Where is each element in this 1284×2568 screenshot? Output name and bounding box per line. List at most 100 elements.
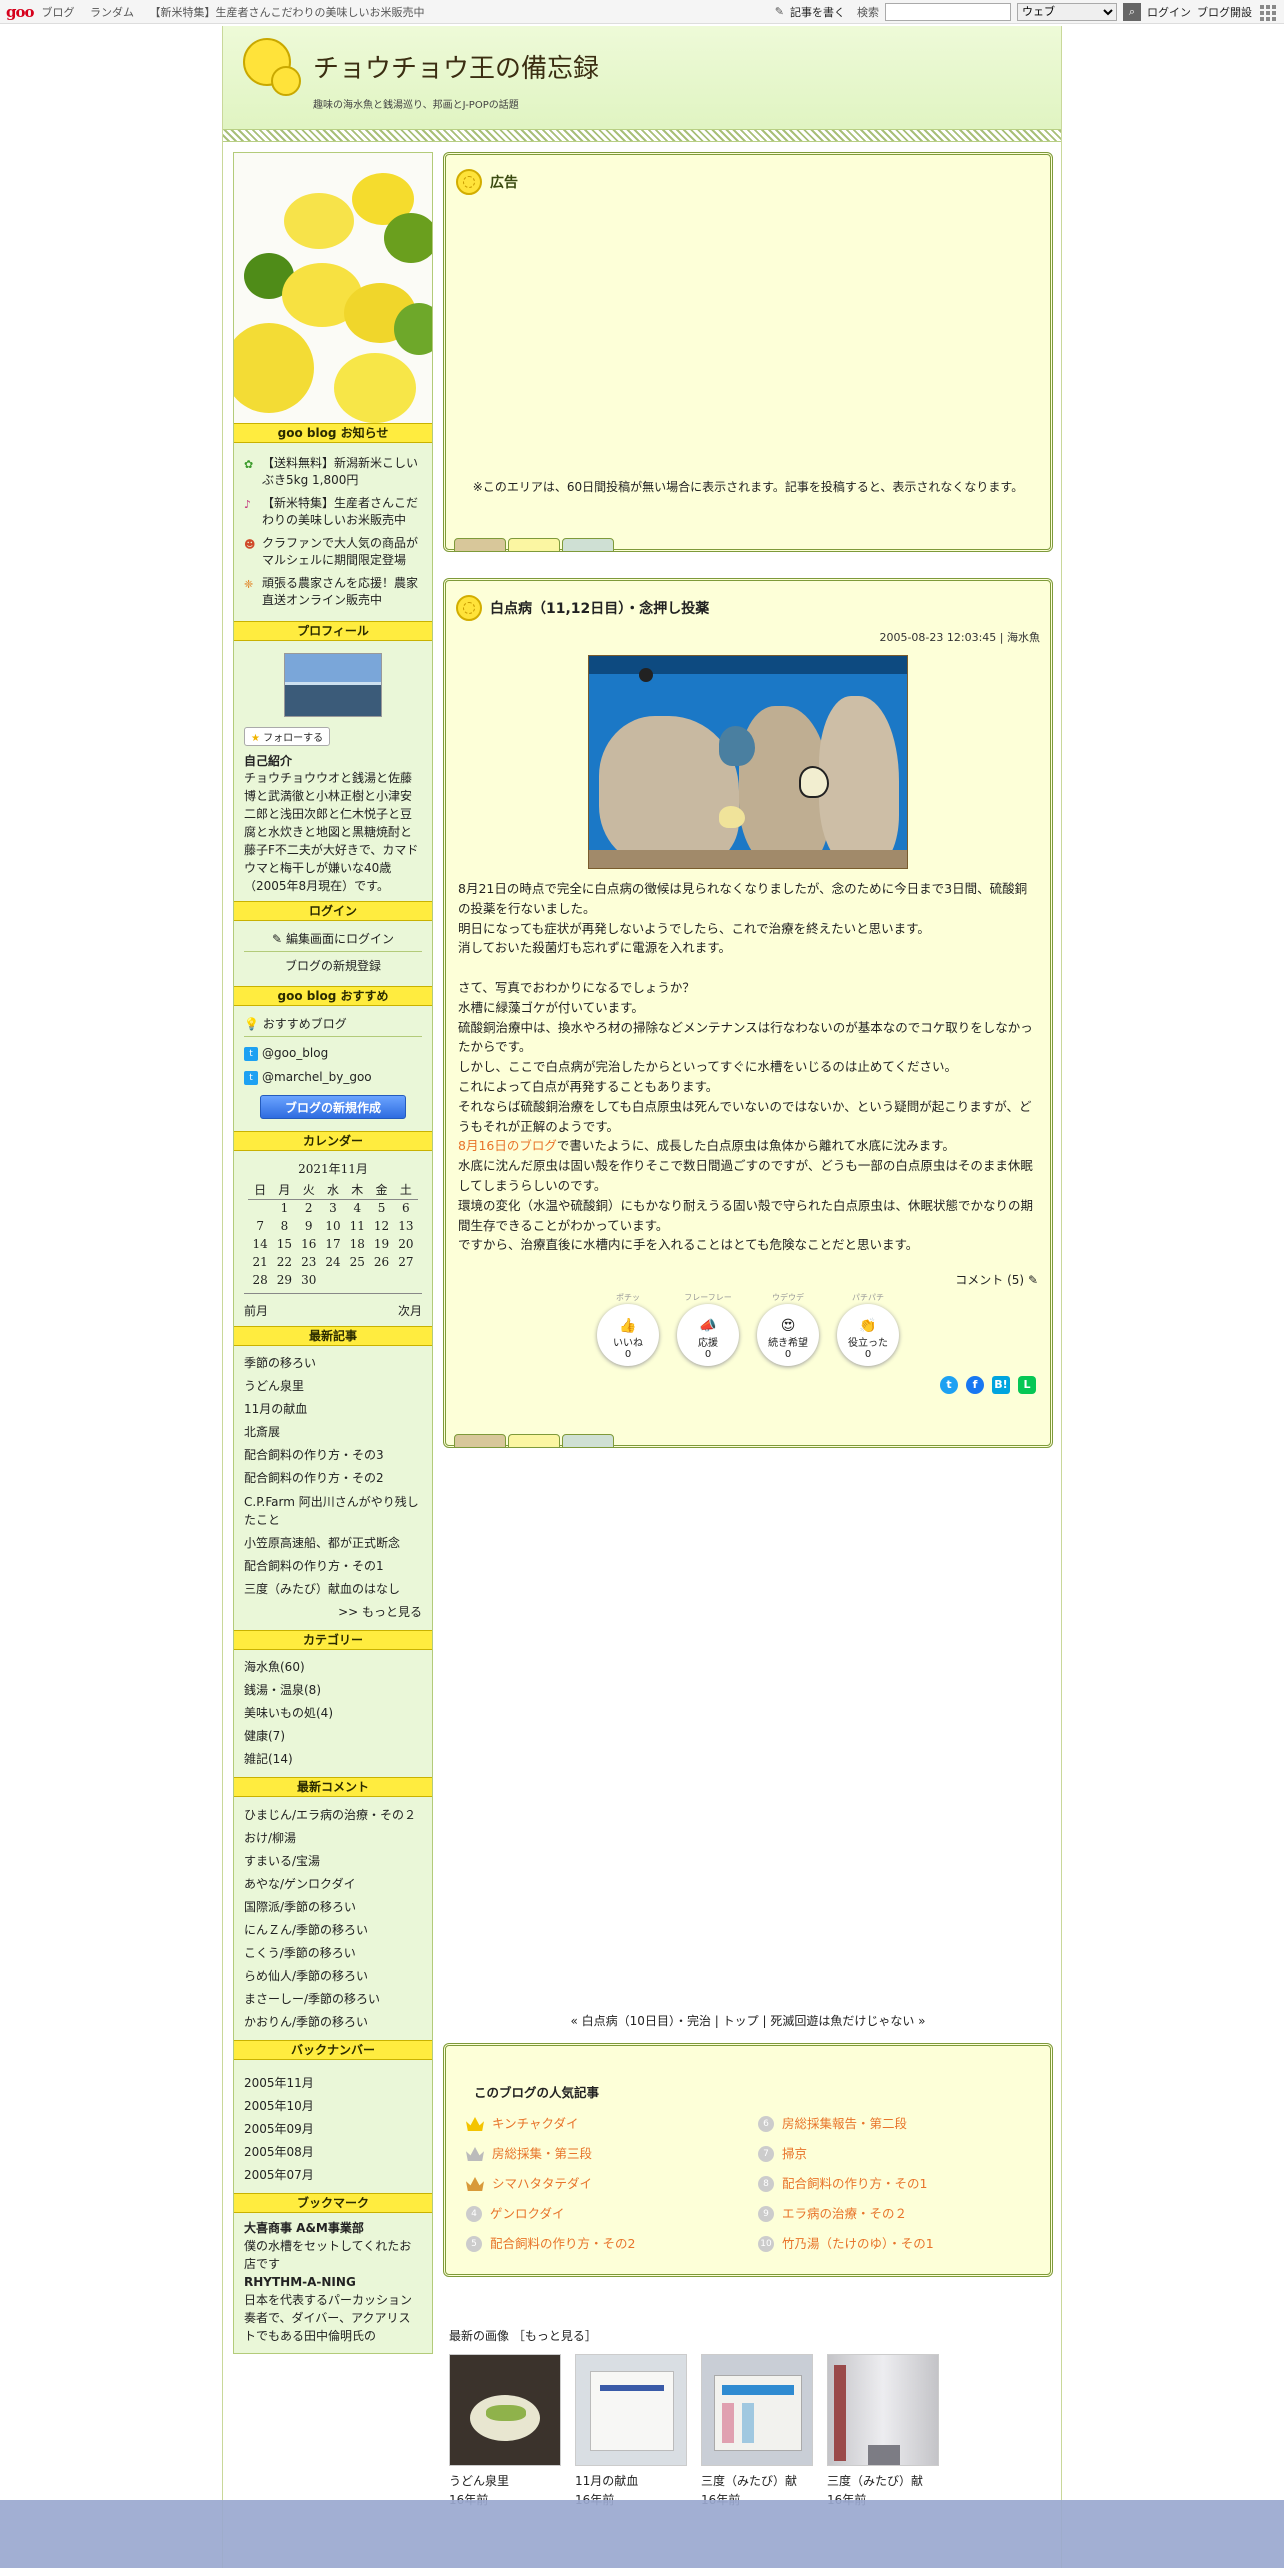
popular-link[interactable]: シマハタタテダイ: [492, 2169, 592, 2199]
entry-title[interactable]: 白点病（11,12日目）・念押し投薬: [490, 598, 709, 618]
backnumber-item[interactable]: 2005年08月: [244, 2141, 422, 2164]
search-scope-select[interactable]: ウェブ: [1017, 2, 1117, 21]
reaction-more-button[interactable]: ウデウデ 😍 続き希望 0: [757, 1293, 819, 1367]
search-button[interactable]: ⌕: [1123, 2, 1141, 21]
comment-item[interactable]: まさーしー/季節の移ろい: [244, 1988, 422, 2011]
recent-item[interactable]: 配合飼料の作り方・その3: [244, 1444, 422, 1467]
goo-logo[interactable]: goo: [6, 3, 34, 21]
backnumber-item[interactable]: 2005年09月: [244, 2118, 422, 2141]
twitter-share-icon[interactable]: t: [940, 1376, 958, 1395]
notice-link[interactable]: 【新米特集】生産者さんこだわりの美味しいお米販売中: [262, 495, 422, 529]
recent-item[interactable]: 三度（みたび）献血のはなし: [244, 1578, 422, 1601]
notice-item[interactable]: ☻ クラファンで大人気の商品がマルシェルに期間限定登場: [244, 535, 422, 569]
notice-link[interactable]: 【送料無料】新潟新米こしいぶき5kg 1,800円: [262, 455, 422, 489]
comment-item[interactable]: こくう/季節の移ろい: [244, 1942, 422, 1965]
notice-item[interactable]: ♪ 【新米特集】生産者さんこだわりの美味しいお米販売中: [244, 495, 422, 529]
bookmark-link[interactable]: RHYTHM-A-NING: [244, 2273, 422, 2291]
nav-blog[interactable]: ブログ: [42, 6, 75, 19]
category-item[interactable]: 雑記(14): [244, 1748, 422, 1771]
popular-item[interactable]: 8 配合飼料の作り方・その1: [758, 2169, 1030, 2199]
edit-login-link[interactable]: 編集画面にログイン: [286, 932, 394, 946]
reaction-cheer-button[interactable]: フレーフレー 📣 応援 0: [677, 1293, 739, 1367]
line-share-icon[interactable]: L: [1018, 1376, 1036, 1395]
popular-link[interactable]: 配合飼料の作り方・その2: [490, 2229, 635, 2259]
recent-item[interactable]: 配合飼料の作り方・その2: [244, 1467, 422, 1490]
reaction-useful-button[interactable]: パチパチ 👏 役立った 0: [837, 1293, 899, 1367]
login-link[interactable]: ログイン: [1147, 4, 1191, 20]
recent-item[interactable]: 配合飼料の作り方・その1: [244, 1555, 422, 1578]
popular-link[interactable]: 房総採集・第三段: [492, 2139, 592, 2169]
recent-item[interactable]: 季節の移ろい: [244, 1352, 422, 1375]
popular-link[interactable]: 房総採集報告・第二段: [782, 2109, 907, 2139]
popular-link[interactable]: エラ病の治療・その２: [782, 2199, 907, 2229]
write-article-link[interactable]: 記事を書く: [790, 4, 845, 20]
popular-item[interactable]: 5 配合飼料の作り方・その2: [466, 2229, 738, 2259]
popular-item[interactable]: シマハタタテダイ: [466, 2169, 738, 2199]
top-link[interactable]: トップ: [723, 2014, 759, 2028]
comment-item[interactable]: おけ/柳湯: [244, 1827, 422, 1850]
prev-entry-link[interactable]: « 白点病（10日目）・完治: [571, 2014, 711, 2028]
popular-item[interactable]: 10 竹乃湯（たけのゆ）・その1: [758, 2229, 1030, 2259]
hatena-share-icon[interactable]: B!: [992, 1376, 1010, 1395]
category-item[interactable]: 海水魚(60): [244, 1656, 422, 1679]
create-blog-button[interactable]: ブログの新規作成: [260, 1095, 406, 1119]
popular-link[interactable]: 竹乃湯（たけのゆ）・その1: [782, 2229, 934, 2259]
nav-random[interactable]: ランダム: [90, 6, 134, 19]
popular-link[interactable]: ゲンロクダイ: [490, 2199, 565, 2229]
popular-item[interactable]: 9 エラ病の治療・その２: [758, 2199, 1030, 2229]
aquarium-photo[interactable]: [588, 655, 908, 869]
recent-item[interactable]: 11月の献血: [244, 1398, 422, 1421]
search-input[interactable]: [885, 2, 1011, 21]
comment-item[interactable]: らめ仙人/季節の移ろい: [244, 1965, 422, 1988]
popular-item[interactable]: 7 掃京: [758, 2139, 1030, 2169]
comment-link[interactable]: コメント (5): [955, 1273, 1024, 1287]
backnumber-item[interactable]: 2005年10月: [244, 2095, 422, 2118]
image-thumb[interactable]: うどん泉里16年前: [449, 2354, 563, 2510]
reaction-like-button[interactable]: ポチッ 👍 いいね 0: [597, 1293, 659, 1367]
aug16-blog-link[interactable]: 8月16日のブログ: [458, 1138, 557, 1153]
recommend-blog-link[interactable]: おすすめブログ: [263, 1017, 347, 1031]
recent-item[interactable]: うどん泉里: [244, 1375, 422, 1398]
category-item[interactable]: 銭湯・温泉(8): [244, 1679, 422, 1702]
notice-link[interactable]: 頑張る農家さんを応援！農家直送オンライン販売中: [262, 575, 422, 609]
backnumber-item[interactable]: 2005年11月: [244, 2072, 422, 2095]
category-item[interactable]: 美味いもの処(4): [244, 1702, 422, 1725]
popular-link[interactable]: キンチャクダイ: [492, 2109, 579, 2139]
popular-item[interactable]: 4 ゲンロクダイ: [466, 2199, 738, 2229]
image-thumb[interactable]: 11月の献血16年前: [575, 2354, 689, 2510]
facebook-share-icon[interactable]: f: [966, 1376, 984, 1395]
comment-item[interactable]: ひまじん/エラ病の治療・その２: [244, 1806, 422, 1824]
blog-title[interactable]: チョウチョウ王の備忘録: [313, 48, 599, 85]
recent-item[interactable]: 北斎展: [244, 1421, 422, 1444]
image-thumb[interactable]: 三度（みたび）献16年前: [827, 2354, 941, 2510]
notice-item[interactable]: ❈ 頑張る農家さんを応援！農家直送オンライン販売中: [244, 575, 422, 609]
image-thumb[interactable]: 三度（みたび）献16年前: [701, 2354, 815, 2510]
backnumber-item[interactable]: 2005年07月: [244, 2164, 422, 2187]
more-link[interactable]: >> もっと見る: [244, 1601, 422, 1624]
recent-item[interactable]: C.P.Farm 阿出川さんがやり残したこと: [244, 1493, 422, 1529]
comment-item[interactable]: にんＺん/季節の移ろい: [244, 1919, 422, 1942]
twitter-marchel-link[interactable]: @marchel_by_goo: [262, 1070, 372, 1084]
popular-item[interactable]: キンチャクダイ: [466, 2109, 738, 2139]
latest-images-more-link[interactable]: ［もっと見る］: [513, 2329, 597, 2343]
comment-item[interactable]: 国際派/季節の移ろい: [244, 1896, 422, 1919]
recent-item[interactable]: 小笠原高速船、都が正式断念: [244, 1532, 422, 1555]
profile-photo[interactable]: [284, 653, 382, 717]
twitter-goo-link[interactable]: @goo_blog: [262, 1046, 328, 1060]
next-entry-link[interactable]: 死滅回遊は魚だけじゃない »: [770, 2014, 925, 2028]
prev-month-link[interactable]: 前月: [244, 1302, 268, 1320]
follow-button[interactable]: ★ フォローする: [244, 727, 331, 746]
category-item[interactable]: 健康(7): [244, 1725, 422, 1748]
new-register-link[interactable]: ブログの新規登録: [285, 959, 381, 973]
popular-item[interactable]: 6 房総採集報告・第二段: [758, 2109, 1030, 2139]
comment-item[interactable]: かおりん/季節の移ろい: [244, 2011, 422, 2034]
open-blog-link[interactable]: ブログ開設: [1197, 4, 1252, 20]
apps-grid-icon[interactable]: [1258, 3, 1276, 21]
next-month-link[interactable]: 次月: [398, 1302, 422, 1320]
notice-item[interactable]: ✿ 【送料無料】新潟新米こしいぶき5kg 1,800円: [244, 455, 422, 489]
notice-link[interactable]: クラファンで大人気の商品がマルシェルに期間限定登場: [262, 535, 422, 569]
comment-item[interactable]: あやな/ゲンロクダイ: [244, 1873, 422, 1896]
bookmark-link[interactable]: 大喜商事 A&M事業部: [244, 2219, 422, 2237]
popular-link[interactable]: 掃京: [782, 2139, 807, 2169]
popular-item[interactable]: 房総採集・第三段: [466, 2139, 738, 2169]
